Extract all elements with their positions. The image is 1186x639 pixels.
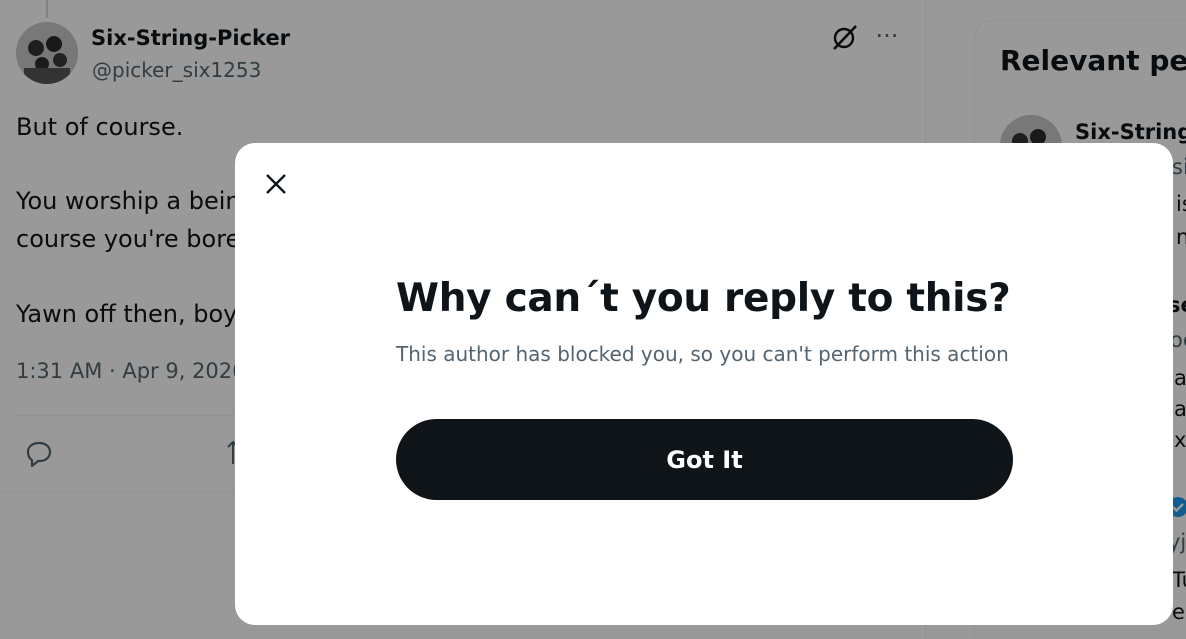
page: Six-String-Picker @picker_six1253 ··· Bu… bbox=[0, 0, 1186, 639]
close-icon bbox=[266, 174, 286, 194]
got-it-button[interactable]: Got It bbox=[396, 419, 1013, 500]
dialog-title: Why can´t you reply to this? bbox=[396, 276, 1011, 321]
blocked-reply-dialog: Why can´t you reply to this? This author… bbox=[235, 143, 1173, 625]
close-button[interactable] bbox=[255, 163, 297, 205]
dialog-message: This author has blocked you, so you can'… bbox=[396, 342, 1009, 366]
